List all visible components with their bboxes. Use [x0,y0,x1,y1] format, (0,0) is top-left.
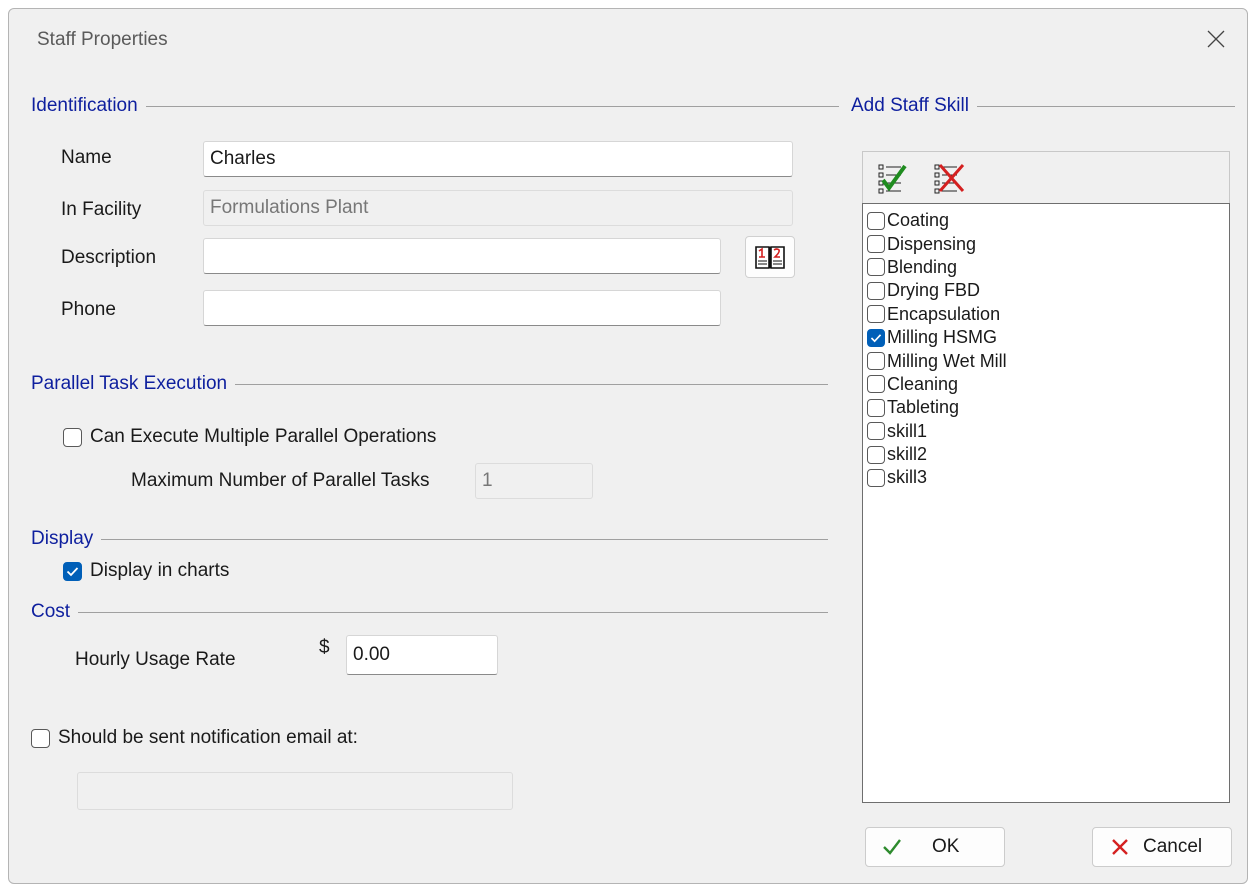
skill-label: Tableting [887,397,960,418]
staff-properties-dialog: Staff Properties Identification Name Cha… [8,8,1248,884]
identification-header: Identification [31,94,839,118]
phone-input[interactable] [203,290,721,326]
skill-checkbox[interactable] [867,305,885,324]
multi-parallel-checkbox[interactable] [63,427,82,447]
skills-toolbar [862,151,1230,203]
skill-label: Encapsulation [887,303,1001,324]
check-icon [870,333,882,343]
skill-label: Milling HSMG [887,327,998,348]
skill-item[interactable]: Cleaning [863,373,1229,396]
skills-header: Add Staff Skill [851,94,1235,118]
skill-checkbox[interactable] [867,328,885,347]
book-icon [755,246,785,269]
notification-email-input [77,772,513,810]
cost-header-label: Cost [31,601,71,622]
name-input[interactable]: Charles [203,141,793,177]
check-icon [66,566,79,576]
skill-label: skill2 [887,444,928,465]
skills-list[interactable]: Coating Dispensing Blending Drying FBD E… [862,203,1230,803]
checkmark-icon [883,839,901,855]
parallel-header-label: Parallel Task Execution [31,373,228,394]
skill-item[interactable]: Blending [863,256,1229,279]
skill-checkbox[interactable] [867,258,885,277]
facility-input: Formulations Plant [203,190,793,226]
skill-item[interactable]: Coating [863,209,1229,232]
dialog-title: Staff Properties [37,29,168,50]
check-all-icon[interactable] [877,161,911,195]
ok-label: OK [932,836,960,857]
skill-item[interactable]: Drying FBD [863,279,1229,302]
skill-label: Drying FBD [887,280,981,301]
skill-label: skill3 [887,467,928,488]
skill-label: Blending [887,256,958,277]
display-charts-checkbox-row[interactable]: Display in charts [63,560,229,582]
cancel-button[interactable]: Cancel [1092,827,1232,867]
divider [101,538,828,540]
skills-header-label: Add Staff Skill [851,95,969,116]
hourly-rate-input[interactable]: 0.00 [346,635,498,675]
uncheck-all-icon[interactable] [933,161,967,195]
cancel-label: Cancel [1143,836,1203,857]
notification-label: Should be sent notification email at: [58,727,358,748]
display-charts-label: Display in charts [90,560,230,581]
description-label: Description [61,247,157,268]
skill-label: Milling Wet Mill [887,350,1007,371]
skill-checkbox[interactable] [867,281,885,300]
multi-parallel-checkbox-row[interactable]: Can Execute Multiple Parallel Operations [63,426,436,448]
skill-item[interactable]: Milling Wet Mill [863,349,1229,372]
divider [976,105,1235,107]
skill-checkbox[interactable] [867,422,885,441]
skill-label: Dispensing [887,233,977,254]
skill-label: skill1 [887,420,928,441]
phone-label: Phone [61,299,116,320]
ok-button[interactable]: OK [865,827,1005,867]
skill-item[interactable]: skill1 [863,420,1229,443]
skill-label: Coating [887,210,950,231]
hourly-rate-label: Hourly Usage Rate [75,649,236,670]
identification-header-label: Identification [31,95,138,116]
skill-item[interactable]: skill2 [863,443,1229,466]
notification-checkbox-row[interactable]: Should be sent notification email at: [31,727,358,749]
skill-checkbox[interactable] [867,352,885,371]
max-parallel-input: 1 [475,463,593,499]
close-icon [1207,30,1225,48]
name-label: Name [61,147,112,168]
skill-checkbox[interactable] [867,235,885,254]
skill-item[interactable]: skill3 [863,466,1229,489]
skill-item[interactable]: Encapsulation [863,303,1229,326]
divider [145,105,839,107]
skill-item[interactable]: Milling HSMG [863,326,1229,349]
divider [78,611,828,613]
facility-label: In Facility [61,199,142,220]
display-header-label: Display [31,528,94,549]
description-lookup-button[interactable] [745,236,795,278]
title-bar: Staff Properties [9,9,1247,69]
currency-symbol: $ [319,637,330,658]
description-input[interactable] [203,238,721,274]
skill-label: Cleaning [887,373,959,394]
skill-checkbox[interactable] [867,398,885,417]
display-header: Display [31,527,828,551]
cost-header: Cost [31,600,828,624]
skill-item[interactable]: Tableting [863,396,1229,419]
multi-parallel-label: Can Execute Multiple Parallel Operations [90,426,437,447]
display-charts-checkbox[interactable] [63,561,82,581]
parallel-header: Parallel Task Execution [31,372,828,396]
divider [235,383,828,385]
cancel-x-icon [1112,839,1128,855]
close-button[interactable] [1185,9,1247,69]
max-parallel-label: Maximum Number of Parallel Tasks [131,470,430,491]
skill-checkbox[interactable] [867,211,885,230]
skill-checkbox[interactable] [867,468,885,487]
skill-checkbox[interactable] [867,445,885,464]
skill-checkbox[interactable] [867,375,885,394]
notification-checkbox[interactable] [31,728,50,748]
skill-item[interactable]: Dispensing [863,232,1229,255]
